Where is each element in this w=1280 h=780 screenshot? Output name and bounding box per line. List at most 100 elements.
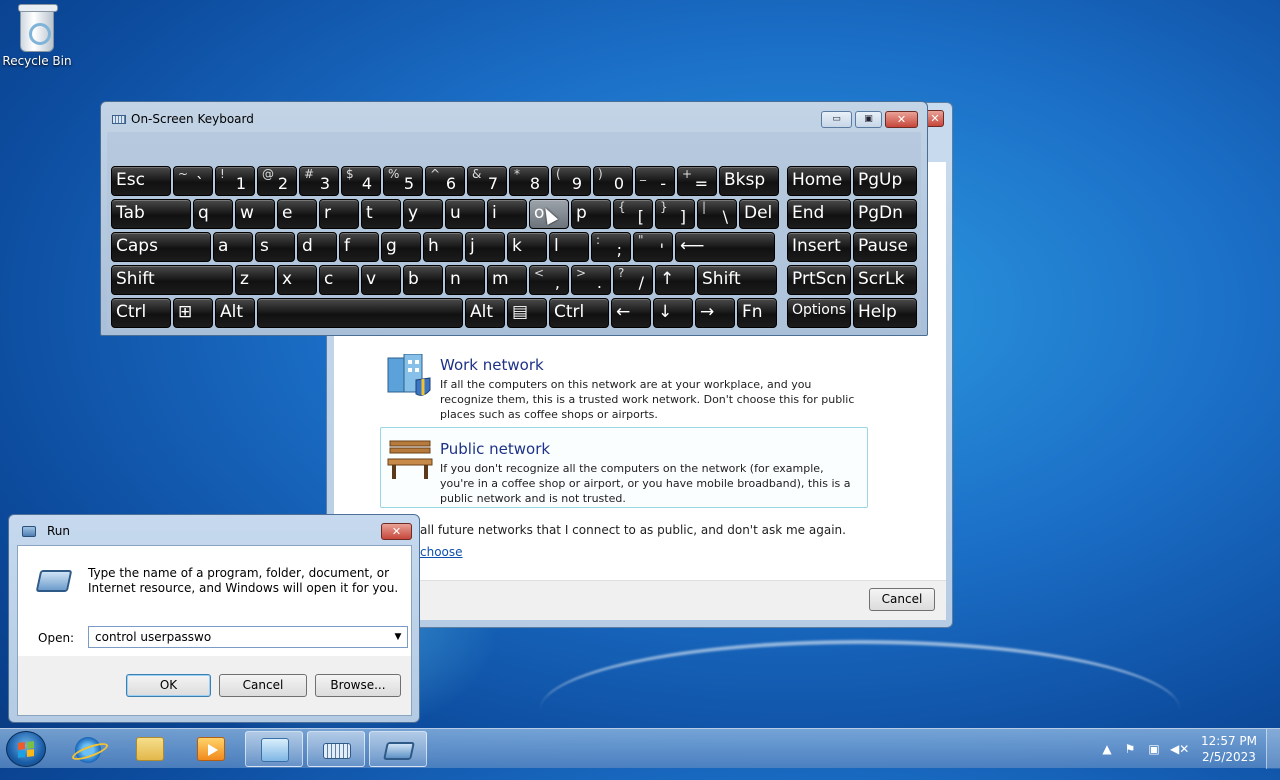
key-insert[interactable]: Insert — [787, 232, 851, 262]
taskbar-explorer[interactable] — [121, 731, 179, 767]
network-status-icon[interactable]: ▣ — [1146, 741, 1162, 757]
action-center-flag-icon[interactable]: ⚑ — [1122, 741, 1138, 757]
key-6[interactable]: ^ 6 — [425, 166, 465, 196]
osk-close-button[interactable]: ✕ — [885, 111, 918, 128]
help-choose-link[interactable]: choose — [420, 545, 463, 559]
show-hidden-icons-icon[interactable]: ▲ — [1099, 741, 1115, 757]
key-7[interactable]: & 7 — [467, 166, 507, 196]
show-desktop-button[interactable] — [1266, 729, 1280, 769]
key-alt[interactable]: Alt — [215, 298, 255, 328]
key-[interactable]: }] — [655, 199, 695, 229]
osk-titlebar[interactable]: On-Screen Keyboard ▭ ▣ ✕ — [101, 102, 927, 132]
system-clock[interactable]: 12:57 PM 2/5/2023 — [1196, 733, 1262, 765]
network-window-close-button[interactable]: ✕ — [926, 110, 944, 127]
key-8[interactable]: * 8 — [509, 166, 549, 196]
key-2[interactable]: @2 — [257, 166, 297, 196]
key-u[interactable]: u — [445, 199, 485, 229]
key-k[interactable]: k — [507, 232, 547, 262]
start-button[interactable] — [6, 731, 46, 767]
key-j[interactable]: j — [465, 232, 505, 262]
key-w[interactable]: w — [235, 199, 275, 229]
key-r[interactable]: r — [319, 199, 359, 229]
key-n[interactable]: n — [445, 265, 485, 295]
key-x[interactable]: x — [277, 265, 317, 295]
key-p[interactable]: p — [571, 199, 611, 229]
recycle-bin[interactable]: Recycle Bin — [2, 4, 72, 68]
key-[interactable]: → — [695, 298, 735, 328]
key-del[interactable]: Del — [739, 199, 779, 229]
key-esc[interactable]: Esc — [111, 166, 171, 196]
key-[interactable]: ⟵ — [675, 232, 775, 262]
key-options[interactable]: Options — [787, 298, 851, 328]
key-[interactable]: {[ — [613, 199, 653, 229]
key-fn[interactable]: Fn — [737, 298, 777, 328]
key-ctrl[interactable]: Ctrl — [111, 298, 171, 328]
run-ok-button[interactable]: OK — [126, 674, 211, 697]
public-network-option[interactable]: Public network If you don't recognize al… — [440, 440, 860, 506]
key-[interactable]: <, — [529, 265, 569, 295]
key-pause[interactable]: Pause — [853, 232, 917, 262]
key-space[interactable] — [257, 298, 463, 328]
volume-muted-icon[interactable]: ◀✕ — [1170, 741, 1189, 757]
key-d[interactable]: d — [297, 232, 337, 262]
key-[interactable]: >. — [571, 265, 611, 295]
run-cancel-button[interactable]: Cancel — [219, 674, 307, 697]
key-pgup[interactable]: PgUp — [853, 166, 917, 196]
key-v[interactable]: v — [361, 265, 401, 295]
run-close-button[interactable]: ✕ — [381, 523, 412, 540]
key-l[interactable]: l — [549, 232, 589, 262]
key-[interactable]: ⊞ — [173, 298, 213, 328]
key-[interactable]: ~ ` — [173, 166, 213, 196]
key-4[interactable]: $4 — [341, 166, 381, 196]
key-prtscn[interactable]: PrtScn — [787, 265, 851, 295]
key-bksp[interactable]: Bksp — [719, 166, 779, 196]
key-end[interactable]: End — [787, 199, 851, 229]
key-home[interactable]: Home — [787, 166, 851, 196]
key-m[interactable]: m — [487, 265, 527, 295]
key-a[interactable]: a — [213, 232, 253, 262]
key-0[interactable]: ) 0 — [593, 166, 633, 196]
key-[interactable]: " ' — [633, 232, 673, 262]
run-browse-button[interactable]: Browse... — [315, 674, 401, 697]
key-shift[interactable]: Shift — [697, 265, 777, 295]
restore-button[interactable]: ▣ — [855, 111, 882, 128]
key-s[interactable]: s — [255, 232, 295, 262]
key-c[interactable]: c — [319, 265, 359, 295]
key-e[interactable]: e — [277, 199, 317, 229]
key-g[interactable]: g — [381, 232, 421, 262]
key-[interactable]: ? / — [613, 265, 653, 295]
open-dropdown-arrow-icon[interactable]: ▼ — [390, 628, 406, 646]
taskbar-run[interactable] — [369, 731, 427, 767]
key-y[interactable]: y — [403, 199, 443, 229]
network-cancel-button[interactable]: Cancel — [869, 588, 935, 611]
key-[interactable]: _ - — [635, 166, 675, 196]
key-[interactable]: | \ — [697, 199, 737, 229]
key-t[interactable]: t — [361, 199, 401, 229]
key-[interactable]: ↓ — [653, 298, 693, 328]
work-network-option[interactable]: Work network If all the computers on thi… — [440, 356, 865, 422]
key-[interactable]: + = — [677, 166, 717, 196]
treat-future-networks-text[interactable]: all future networks that I connect to as… — [420, 523, 846, 537]
taskbar-media-player[interactable] — [182, 731, 240, 767]
key-f[interactable]: f — [339, 232, 379, 262]
open-input[interactable]: control userpasswo — [88, 626, 408, 648]
key-[interactable]: ▤ — [507, 298, 547, 328]
key-5[interactable]: % 5 — [383, 166, 423, 196]
key-3[interactable]: #3 — [299, 166, 339, 196]
taskbar-internet-explorer[interactable] — [60, 731, 118, 767]
key-help[interactable]: Help — [853, 298, 917, 328]
minimize-button[interactable]: ▭ — [821, 111, 852, 128]
key-pgdn[interactable]: PgDn — [853, 199, 917, 229]
key-z[interactable]: z — [235, 265, 275, 295]
key-b[interactable]: b — [403, 265, 443, 295]
key-1[interactable]: ! 1 — [215, 166, 255, 196]
key-q[interactable]: q — [193, 199, 233, 229]
key-[interactable]: :; — [591, 232, 631, 262]
key-[interactable]: ↑ — [655, 265, 695, 295]
key-i[interactable]: i — [487, 199, 527, 229]
key-shift[interactable]: Shift — [111, 265, 233, 295]
key-scrlk[interactable]: ScrLk — [853, 265, 917, 295]
key-alt[interactable]: Alt — [465, 298, 505, 328]
key-9[interactable]: (9 — [551, 166, 591, 196]
taskbar-network-window[interactable] — [245, 731, 303, 767]
